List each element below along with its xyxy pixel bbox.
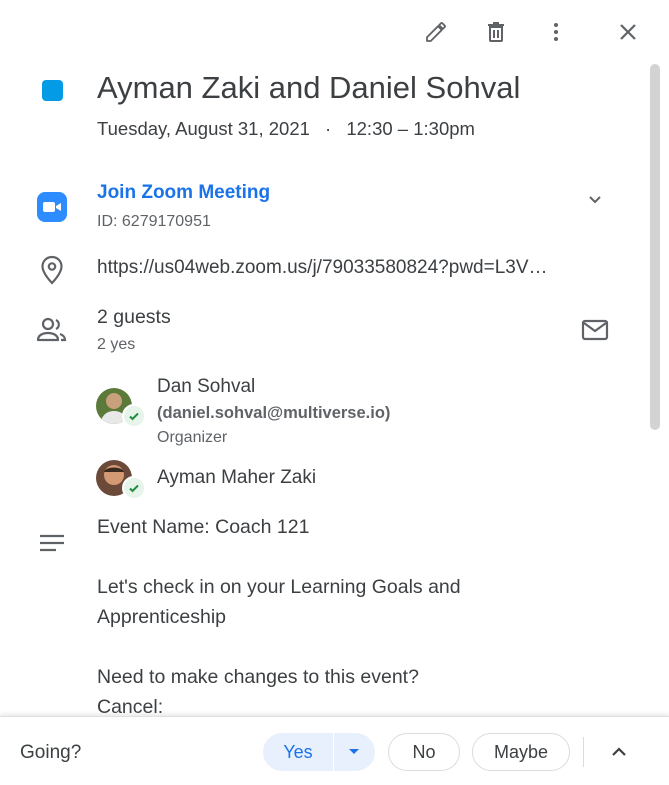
rsvp-bar: Going? Yes No Maybe	[0, 716, 669, 785]
more-options-button[interactable]	[536, 12, 576, 52]
guest-item[interactable]	[96, 460, 146, 500]
guest-name: Dan Sohval	[157, 376, 256, 397]
mail-icon	[581, 319, 609, 341]
email-guests-button[interactable]	[575, 310, 615, 350]
expand-rsvp-button[interactable]	[599, 732, 639, 772]
description-icon	[39, 534, 65, 557]
event-color-chip	[42, 80, 63, 101]
guest-role: Organizer	[157, 429, 228, 446]
close-button[interactable]	[608, 12, 648, 52]
yes-options-button[interactable]	[334, 748, 374, 756]
description-event-name: Event Name: Coach 121	[97, 516, 310, 538]
guest-count: 2 guests	[97, 306, 171, 328]
footer-divider	[583, 737, 584, 767]
accepted-check-icon	[122, 476, 146, 500]
pencil-icon	[426, 22, 446, 42]
people-icon	[36, 316, 68, 349]
join-zoom-link[interactable]: Join Zoom Meeting	[97, 182, 270, 204]
yes-button[interactable]: Yes	[263, 742, 333, 763]
event-title: Ayman Zaki and Daniel Sohval	[97, 70, 521, 105]
location-pin-icon	[39, 255, 65, 290]
expand-conference-button[interactable]	[575, 180, 615, 220]
description-body: Let's check in on your Learning Goals an…	[97, 576, 461, 628]
guest-summary: 2 yes	[97, 336, 136, 353]
guest-email: (daniel.sohval@multiverse.io)	[157, 404, 391, 422]
trash-icon	[488, 22, 504, 42]
event-time: 12:30 – 1:30pm	[346, 118, 475, 139]
close-icon	[620, 24, 636, 40]
accepted-check-icon	[122, 404, 146, 428]
edit-button[interactable]	[416, 12, 456, 52]
no-button[interactable]: No	[388, 733, 460, 771]
chevron-up-icon	[612, 747, 626, 756]
guest-name: Ayman Maher Zaki	[157, 467, 317, 488]
delete-button[interactable]	[476, 12, 516, 52]
event-date: Tuesday, August 31, 2021	[97, 118, 310, 139]
going-label: Going?	[20, 742, 82, 763]
maybe-button[interactable]: Maybe	[472, 733, 570, 771]
meeting-id: ID: 6279170951	[97, 213, 211, 230]
description-changes: Need to make changes to this event?	[97, 666, 419, 688]
datetime-separator: ·	[325, 118, 332, 139]
scrollbar-thumb[interactable]	[650, 64, 660, 430]
event-datetime: Tuesday, August 31, 2021 · 12:30 – 1:30p…	[97, 118, 475, 140]
chevron-down-icon	[589, 196, 601, 204]
location-url[interactable]: https://us04web.zoom.us/j/79033580824?pw…	[97, 257, 617, 279]
zoom-icon	[37, 192, 67, 222]
more-vert-icon	[554, 23, 558, 41]
guest-item[interactable]	[96, 388, 146, 428]
caret-down-icon	[349, 749, 359, 754]
yes-split-button: Yes	[263, 733, 375, 771]
